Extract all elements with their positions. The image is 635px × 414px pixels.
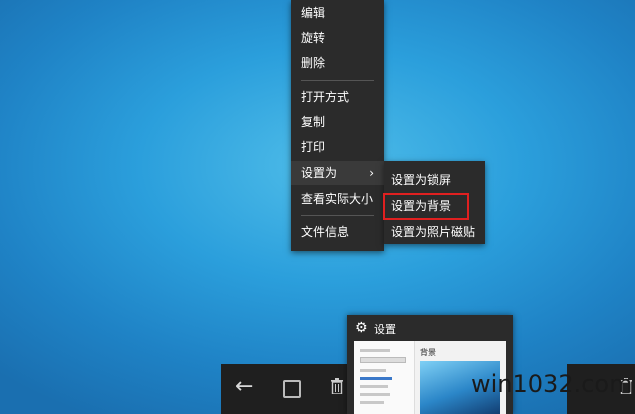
placeholder-line (360, 401, 384, 404)
settings-thumbnail-heading: 背景 (420, 348, 436, 357)
placeholder-line (360, 385, 388, 388)
menu-separator (301, 80, 374, 81)
context-menu: 编辑 旋转 删除 打开方式 复制 打印 设置为 › 查看实际大小 文件信息 (291, 0, 384, 251)
placeholder-line (360, 349, 390, 352)
placeholder-search (360, 357, 406, 363)
bottom-toolbar: ← (221, 364, 349, 414)
menu-item-open-with[interactable]: 打开方式 (291, 85, 384, 109)
menu-separator (301, 215, 374, 216)
back-arrow-icon[interactable]: ← (235, 374, 253, 399)
submenu-item-lock-screen[interactable]: 设置为锁屏 (384, 167, 485, 193)
placeholder-line (360, 377, 392, 380)
placeholder-line (360, 369, 386, 372)
submenu-item-photo-tile[interactable]: 设置为照片磁贴 (384, 219, 485, 245)
watermark-text: win1032.com (471, 370, 633, 398)
highlight-annotation-box (383, 193, 469, 220)
menu-item-set-as-label: 设置为 (301, 166, 338, 180)
menu-item-file-info[interactable]: 文件信息 (291, 220, 384, 244)
chevron-right-icon: › (369, 166, 374, 180)
menu-item-print[interactable]: 打印 (291, 135, 384, 159)
menu-item-actual-size[interactable]: 查看实际大小 (291, 187, 384, 211)
menu-item-set-as[interactable]: 设置为 › (291, 161, 384, 185)
settings-thumbnail-title: 设置 (374, 323, 396, 336)
placeholder-line (360, 393, 390, 396)
menu-item-rotate[interactable]: 旋转 (291, 26, 384, 50)
watermark: win1032.com (447, 360, 635, 414)
menu-item-copy[interactable]: 复制 (291, 110, 384, 134)
gear-icon: ⚙ (355, 320, 368, 336)
menu-item-delete[interactable]: 删除 (291, 51, 384, 75)
menu-item-edit[interactable]: 编辑 (291, 1, 384, 25)
rotate-icon[interactable] (283, 380, 301, 398)
settings-thumbnail-sidebar (354, 341, 415, 414)
trash-icon[interactable] (331, 378, 343, 394)
